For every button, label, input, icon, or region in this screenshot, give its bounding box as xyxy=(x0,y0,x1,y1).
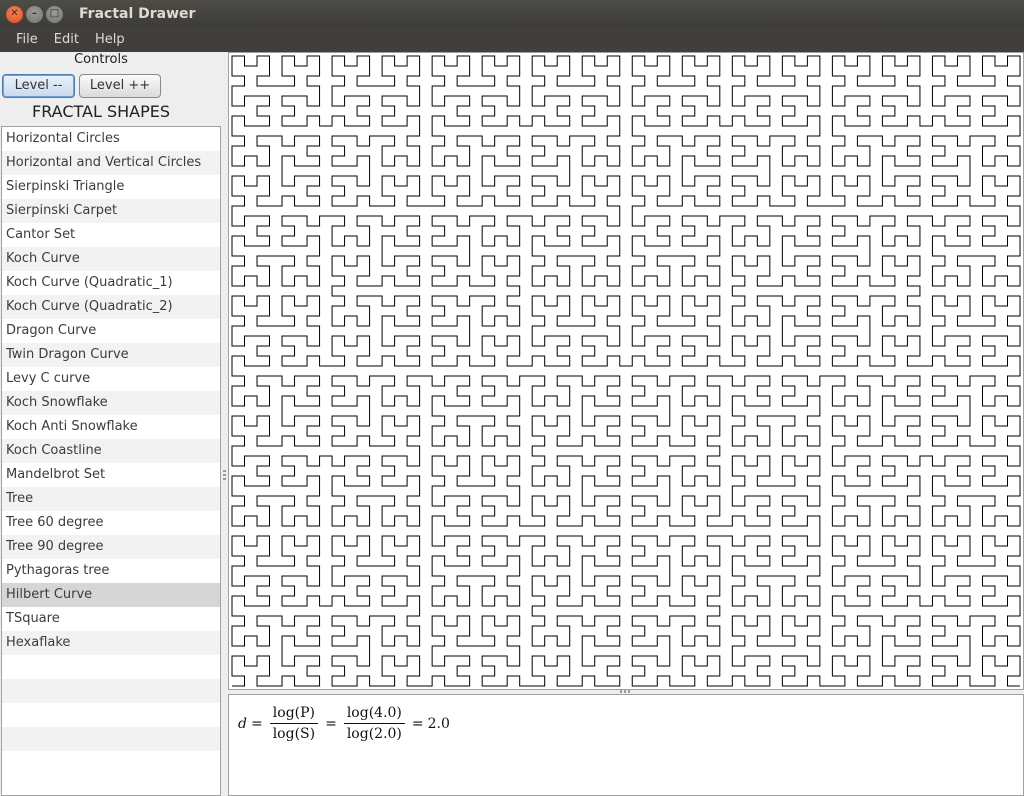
list-item[interactable]: Koch Anti Snowflake xyxy=(2,415,220,439)
list-item-empty xyxy=(2,751,220,775)
level-down-button[interactable]: Level -- xyxy=(2,74,75,98)
list-item[interactable]: Cantor Set xyxy=(2,223,220,247)
list-item[interactable]: Dragon Curve xyxy=(2,319,220,343)
equals-sign: = xyxy=(325,715,337,732)
menu-help[interactable]: Help xyxy=(87,28,133,52)
equals-sign: = xyxy=(411,715,424,732)
list-item[interactable]: TSquare xyxy=(2,607,220,631)
fraction-1-denominator: log(S) xyxy=(272,726,316,742)
maximize-icon[interactable]: □ xyxy=(46,5,63,23)
minimize-icon[interactable]: – xyxy=(26,5,43,23)
list-item[interactable]: Pythagoras tree xyxy=(2,559,220,583)
list-item[interactable]: Hilbert Curve xyxy=(2,583,220,607)
list-item[interactable]: Koch Snowflake xyxy=(2,391,220,415)
list-item[interactable]: Twin Dragon Curve xyxy=(2,343,220,367)
menu-edit[interactable]: Edit xyxy=(46,28,87,52)
list-item[interactable]: Sierpinski Carpet xyxy=(2,199,220,223)
close-icon[interactable]: ✕ xyxy=(6,5,23,23)
list-item-empty xyxy=(2,655,220,679)
list-item[interactable]: Koch Curve (Quadratic_2) xyxy=(2,295,220,319)
formula-lhs: d xyxy=(238,715,247,732)
horizontal-grip-icon[interactable] xyxy=(620,690,632,693)
list-item-empty xyxy=(2,727,220,751)
formula-result: 2.0 xyxy=(427,715,450,732)
list-item[interactable]: Koch Coastline xyxy=(2,439,220,463)
list-item[interactable]: Hexaflake xyxy=(2,631,220,655)
fraction-2-numerator: log(4.0) xyxy=(343,704,405,724)
list-item-empty xyxy=(2,679,220,703)
fraction-2: log(4.0) log(2.0) xyxy=(343,704,405,743)
list-item[interactable]: Tree xyxy=(2,487,220,511)
hilbert-curve-drawing xyxy=(231,55,1021,687)
dimension-formula: d = log(P) log(S) = log(4.0) log(2.0) = … xyxy=(238,704,450,743)
list-item[interactable]: Horizontal and Vertical Circles xyxy=(2,151,220,175)
list-item[interactable]: Horizontal Circles xyxy=(2,127,220,151)
fraction-2-denominator: log(2.0) xyxy=(346,726,402,742)
level-up-button[interactable]: Level ++ xyxy=(79,74,161,98)
list-item[interactable]: Tree 60 degree xyxy=(2,511,220,535)
list-item[interactable]: Koch Curve (Quadratic_1) xyxy=(2,271,220,295)
window-buttons: ✕ – □ xyxy=(6,5,68,23)
menu-bar: File Edit Help xyxy=(0,28,1024,52)
controls-panel: Controls Level -- Level ++ FRACTAL SHAPE… xyxy=(0,52,222,796)
list-item[interactable]: Mandelbrot Set xyxy=(2,463,220,487)
divider-grip-icon[interactable] xyxy=(223,470,226,482)
title-bar: ✕ – □ Fractal Drawer xyxy=(0,0,1024,28)
equals-sign: = xyxy=(250,715,263,732)
fractal-shapes-title: FRACTAL SHAPES xyxy=(31,102,171,121)
fraction-1: log(P) log(S) xyxy=(269,704,318,743)
dimension-formula-panel: d = log(P) log(S) = log(4.0) log(2.0) = … xyxy=(228,694,1024,796)
window-title: Fractal Drawer xyxy=(79,6,196,22)
fractal-shapes-list[interactable]: Horizontal Circles Horizontal and Vertica… xyxy=(1,126,221,796)
fractal-canvas xyxy=(228,52,1024,690)
list-item[interactable]: Sierpinski Triangle xyxy=(2,175,220,199)
list-item[interactable]: Koch Curve xyxy=(2,247,220,271)
list-item[interactable]: Tree 90 degree xyxy=(2,535,220,559)
list-item[interactable]: Levy C curve xyxy=(2,367,220,391)
list-item-empty xyxy=(2,703,220,727)
controls-label: Controls xyxy=(74,52,128,67)
hilbert-curve-path xyxy=(231,55,1021,687)
menu-file[interactable]: File xyxy=(8,28,46,52)
fraction-1-numerator: log(P) xyxy=(269,704,318,724)
